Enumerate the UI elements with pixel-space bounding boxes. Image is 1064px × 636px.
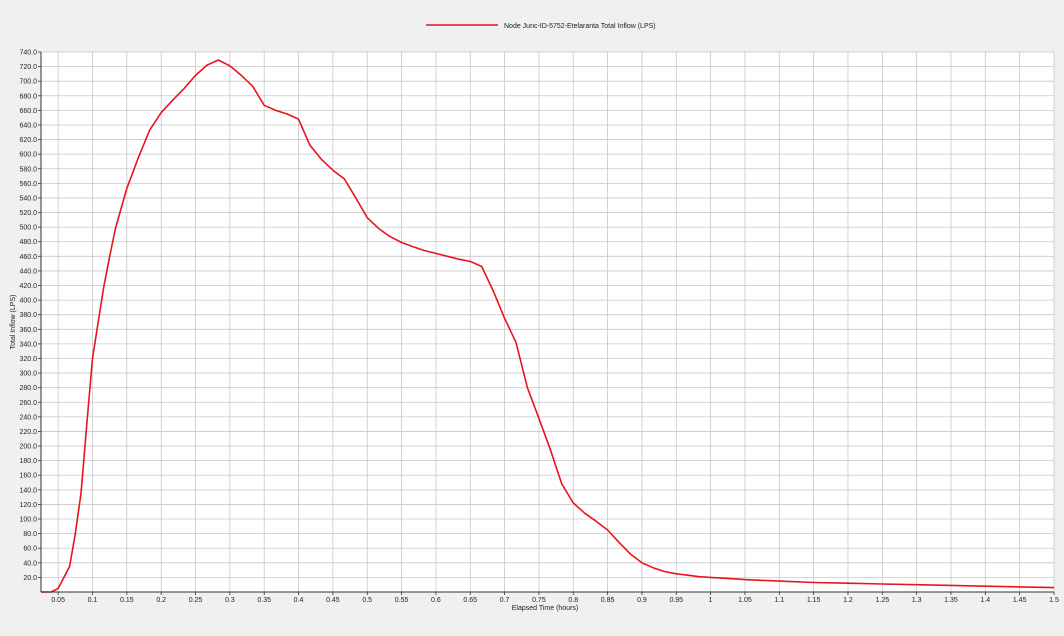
- y-tick-label: 600.0: [19, 152, 37, 159]
- y-tick-label: 340.0: [19, 341, 37, 348]
- x-tick-label: 0.75: [532, 597, 546, 604]
- x-tick-label: 1.4: [980, 597, 990, 604]
- y-tick-label: 560.0: [19, 181, 37, 188]
- y-tick-label: 540.0: [19, 195, 37, 202]
- x-tick-label: 1.1: [774, 597, 784, 604]
- y-tick-label: 460.0: [19, 254, 37, 261]
- y-tick-label: 580.0: [19, 166, 37, 173]
- y-tick-label: 700.0: [19, 79, 37, 86]
- y-tick-label: 640.0: [19, 122, 37, 129]
- y-tick-label: 220.0: [19, 429, 37, 436]
- y-axis-title: Total Inflow (LPS): [10, 295, 17, 350]
- y-tick-label: 400.0: [19, 298, 37, 305]
- x-tick-label: 0.2: [156, 597, 166, 604]
- y-tick-label: 740.0: [19, 50, 37, 57]
- y-tick-label: 680.0: [19, 93, 37, 100]
- x-tick-label: 1.25: [875, 597, 889, 604]
- x-tick-label: 0.6: [431, 597, 441, 604]
- x-tick-label: 0.25: [189, 597, 203, 604]
- y-tick-label: 280.0: [19, 385, 37, 392]
- y-tick-label: 480.0: [19, 239, 37, 246]
- y-tick-label: 160.0: [19, 473, 37, 480]
- x-tick-label: 1.5: [1049, 597, 1059, 604]
- x-tick-label: 0.15: [120, 597, 134, 604]
- x-tick-label: 0.8: [568, 597, 578, 604]
- y-tick-label: 300.0: [19, 371, 37, 378]
- y-tick-label: 440.0: [19, 268, 37, 275]
- x-tick-label: 1.35: [944, 597, 958, 604]
- x-tick-label: 1.45: [1013, 597, 1027, 604]
- x-tick-label: 0.3: [225, 597, 235, 604]
- y-tick-label: 140.0: [19, 487, 37, 494]
- y-tick-label: 420.0: [19, 283, 37, 290]
- y-tick-label: 520.0: [19, 210, 37, 217]
- x-tick-label: 0.4: [294, 597, 304, 604]
- y-tick-label: 720.0: [19, 64, 37, 71]
- y-tick-label: 20.0: [23, 575, 37, 582]
- y-tick-label: 100.0: [19, 517, 37, 524]
- y-tick-label: 240.0: [19, 414, 37, 421]
- y-tick-label: 60.0: [23, 546, 37, 553]
- y-tick-label: 500.0: [19, 225, 37, 232]
- chart-area: Node Junc-ID-5752-Etelaranta Total Inflo…: [0, 0, 1064, 631]
- y-tick-label: 180.0: [19, 458, 37, 465]
- x-tick-label: 0.7: [500, 597, 510, 604]
- plot-area: [41, 52, 1054, 592]
- x-axis-title: Elapsed Time (hours): [512, 605, 579, 612]
- legend-label: Node Junc-ID-5752-Etelaranta Total Inflo…: [504, 23, 656, 30]
- y-tick-label: 320.0: [19, 356, 37, 363]
- x-tick-label: 1.2: [843, 597, 853, 604]
- y-tick-label: 620.0: [19, 137, 37, 144]
- x-tick-label: 0.95: [669, 597, 683, 604]
- y-tick-label: 120.0: [19, 502, 37, 509]
- x-tick-label: 0.1: [88, 597, 98, 604]
- y-tick-label: 380.0: [19, 312, 37, 319]
- y-tick-label: 360.0: [19, 327, 37, 334]
- x-tick-label: 0.45: [326, 597, 340, 604]
- x-tick-label: 0.5: [362, 597, 372, 604]
- x-tick-label: 1.3: [912, 597, 922, 604]
- x-tick-label: 0.35: [257, 597, 271, 604]
- y-tick-label: 260.0: [19, 400, 37, 407]
- x-tick-label: 1.05: [738, 597, 752, 604]
- y-tick-label: 200.0: [19, 444, 37, 451]
- x-tick-label: 1.15: [807, 597, 821, 604]
- y-tick-label: 80.0: [23, 531, 37, 538]
- x-tick-label: 0.55: [395, 597, 409, 604]
- x-tick-label: 0.85: [601, 597, 615, 604]
- x-tick-label: 1: [709, 597, 713, 604]
- y-tick-label: 40.0: [23, 560, 37, 567]
- x-tick-label: 0.05: [51, 597, 65, 604]
- y-tick-label: 660.0: [19, 108, 37, 115]
- line-chart: Node Junc-ID-5752-Etelaranta Total Inflo…: [0, 0, 1064, 631]
- x-tick-label: 0.65: [463, 597, 477, 604]
- x-tick-label: 0.9: [637, 597, 647, 604]
- plot-background: [41, 52, 1054, 592]
